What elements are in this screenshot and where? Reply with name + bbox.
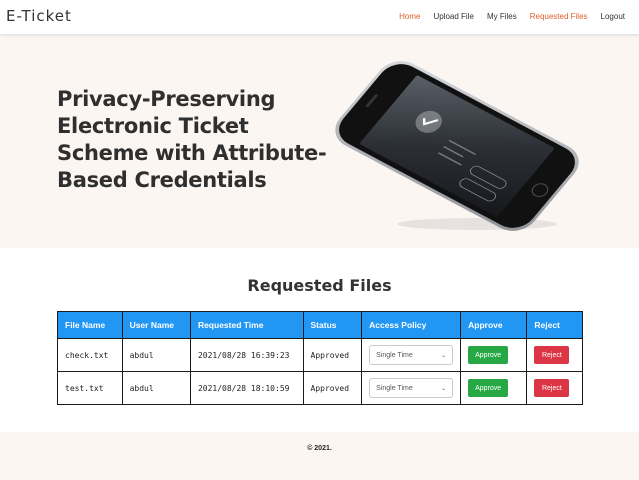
brand-logo[interactable]: E-Ticket bbox=[6, 7, 72, 25]
smartphone-illustration bbox=[335, 61, 579, 231]
reject-button[interactable]: Reject bbox=[534, 379, 570, 397]
cell-access-policy: Single Time ⌄ bbox=[361, 371, 462, 405]
col-file-name: File Name bbox=[57, 311, 123, 339]
navbar: E-Ticket Home Upload File My Files Reque… bbox=[0, 0, 639, 34]
cell-file-name: test.txt bbox=[57, 371, 123, 405]
access-policy-select[interactable]: Single Time ⌄ bbox=[369, 345, 454, 365]
copyright-text: © 2021. bbox=[307, 445, 332, 452]
cell-requested-time: 2021/08/28 18:10:59 bbox=[189, 371, 304, 405]
hero-title: Privacy-Preserving Electronic Ticket Sch… bbox=[57, 87, 327, 192]
hero-banner: Privacy-Preserving Electronic Ticket Sch… bbox=[0, 34, 639, 248]
table-row: check.txt abdul 2021/08/28 16:39:23 Appr… bbox=[57, 338, 583, 372]
table-row: test.txt abdul 2021/08/28 18:10:59 Appro… bbox=[57, 371, 583, 405]
phone-image bbox=[322, 56, 592, 236]
cell-user-name: abdul bbox=[121, 371, 191, 405]
nav-upload-file[interactable]: Upload File bbox=[433, 12, 473, 21]
nav-home[interactable]: Home bbox=[399, 12, 420, 21]
col-reject: Reject bbox=[526, 311, 583, 339]
requested-files-table: File Name User Name Requested Time Statu… bbox=[57, 311, 583, 405]
nav-menu: Home Upload File My Files Requested File… bbox=[399, 12, 625, 21]
cell-status: Approved bbox=[302, 371, 363, 405]
col-approve: Approve bbox=[460, 311, 528, 339]
access-policy-value: Single Time bbox=[376, 384, 413, 392]
cell-approve: Approve bbox=[460, 371, 528, 405]
cell-approve: Approve bbox=[460, 338, 528, 372]
table-header-row: File Name User Name Requested Time Statu… bbox=[57, 311, 583, 339]
nav-my-files[interactable]: My Files bbox=[487, 12, 517, 21]
footer: © 2021. bbox=[0, 432, 639, 480]
chevron-down-icon: ⌄ bbox=[441, 385, 447, 392]
cell-requested-time: 2021/08/28 16:39:23 bbox=[189, 338, 304, 372]
section-title: Requested Files bbox=[247, 276, 392, 295]
col-access-policy: Access Policy bbox=[361, 311, 462, 339]
reject-button[interactable]: Reject bbox=[534, 346, 570, 364]
cell-access-policy: Single Time ⌄ bbox=[361, 338, 462, 372]
chevron-down-icon: ⌄ bbox=[441, 352, 447, 359]
col-user-name: User Name bbox=[121, 311, 191, 339]
nav-requested-files[interactable]: Requested Files bbox=[530, 12, 588, 21]
col-status: Status bbox=[302, 311, 363, 339]
cell-reject: Reject bbox=[526, 371, 583, 405]
cell-status: Approved bbox=[302, 338, 363, 372]
cell-file-name: check.txt bbox=[57, 338, 123, 372]
cell-reject: Reject bbox=[526, 338, 583, 372]
nav-logout[interactable]: Logout bbox=[601, 12, 625, 21]
approve-button[interactable]: Approve bbox=[468, 346, 509, 364]
cell-user-name: abdul bbox=[121, 338, 191, 372]
access-policy-select[interactable]: Single Time ⌄ bbox=[369, 378, 454, 398]
col-requested-time: Requested Time bbox=[189, 311, 304, 339]
access-policy-value: Single Time bbox=[376, 351, 413, 359]
approve-button[interactable]: Approve bbox=[468, 379, 509, 397]
